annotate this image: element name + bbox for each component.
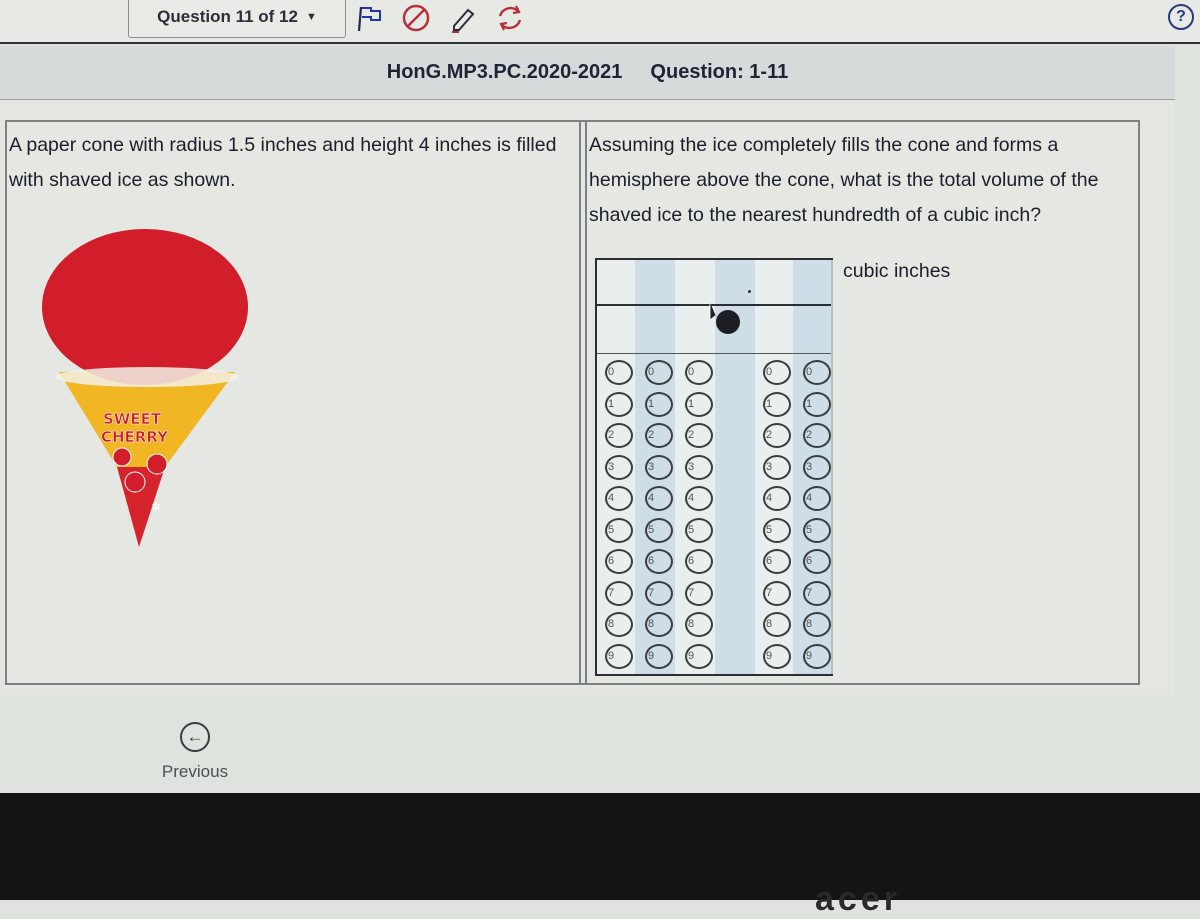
question-number: Question: 1-11	[650, 61, 789, 83]
arrow-left-icon: ←	[180, 722, 210, 752]
answer-bubble-col3-8[interactable]: 8	[685, 612, 713, 637]
answer-bubble-col5-1[interactable]: 1	[763, 391, 791, 417]
answer-bubble-col3-6[interactable]: 6	[685, 549, 713, 574]
top-toolbar: Question 11 of 12 ▼ ?	[0, 0, 1200, 44]
snow-cone-image: SWEET CHERRY ❄	[42, 229, 248, 547]
highlighter-button[interactable]	[444, 0, 480, 36]
answer-bubble-col6-3[interactable]: 3	[803, 454, 831, 480]
help-icon: ?	[1176, 8, 1186, 25]
question-selector-dropdown[interactable]: Question 11 of 12 ▼	[128, 0, 346, 38]
decimal-point	[748, 290, 751, 293]
cherry-icon	[124, 471, 146, 493]
answer-bubble-col3-7[interactable]: 7	[685, 580, 713, 606]
answer-bubble-col2-8[interactable]: 8	[645, 612, 673, 637]
answer-bubble-col6-9[interactable]: 9	[803, 643, 831, 669]
answer-bubble-col5-4[interactable]: 4	[763, 486, 791, 511]
question-panel: Assuming the ice completely fills the co…	[585, 122, 1138, 683]
answer-bubble-col3-5[interactable]: 5	[685, 517, 713, 543]
answer-bubble-col6-0[interactable]: 0	[803, 360, 831, 385]
answer-bubble-col3-3[interactable]: 3	[685, 454, 713, 480]
previous-button[interactable]: ← Previous	[150, 722, 240, 792]
help-button[interactable]: ?	[1168, 4, 1194, 30]
answer-bubble-col5-0[interactable]: 0	[763, 360, 791, 385]
stimulus-panel: A paper cone with radius 1.5 inches and …	[7, 122, 581, 683]
answer-bubble-col5-2[interactable]: 2	[763, 423, 791, 448]
answer-bubble-col1-3[interactable]: 3	[605, 454, 633, 480]
pencil-icon	[452, 8, 475, 33]
answer-bubble-col1-5[interactable]: 5	[605, 517, 633, 543]
answer-bubble-col1-7[interactable]: 7	[605, 580, 633, 606]
answer-bubble-col2-3[interactable]: 3	[645, 454, 673, 480]
cone-label-line2: CHERRY	[101, 428, 169, 446]
answer-eliminator-button[interactable]	[398, 0, 434, 36]
answer-bubble-col1-6[interactable]: 6	[605, 549, 633, 574]
snowflake-icon: ❄	[151, 500, 161, 514]
answer-bubble-col6-6[interactable]: 6	[803, 549, 831, 574]
answer-bubble-col2-9[interactable]: 9	[645, 643, 673, 669]
answer-bubble-col1-0[interactable]: 0	[605, 360, 633, 385]
previous-label: Previous	[161, 762, 229, 781]
answer-bubble-col6-7[interactable]: 7	[803, 580, 831, 606]
answer-bubble-col6-5[interactable]: 5	[803, 517, 831, 543]
answer-bubble-col3-9[interactable]: 9	[685, 643, 713, 669]
answer-bubble-col6-4[interactable]: 4	[803, 486, 831, 511]
flag-button[interactable]	[352, 0, 388, 36]
reset-icon	[498, 5, 522, 31]
unit-label: cubic inches	[843, 260, 951, 282]
answer-bubble-col6-8[interactable]: 8	[803, 612, 831, 637]
cherry-icon	[146, 453, 168, 475]
answer-bubble-col3-1[interactable]: 1	[685, 391, 713, 417]
cone-label-line1: SWEET	[103, 410, 162, 428]
eliminator-icon	[402, 4, 430, 32]
answer-bubble-col5-9[interactable]: 9	[763, 643, 791, 669]
answer-bubble-col2-1[interactable]: 1	[645, 391, 673, 417]
laptop-bezel	[0, 793, 1200, 900]
stimulus-text: A paper cone with radius 1.5 inches and …	[9, 134, 557, 191]
answer-bubble-col2-4[interactable]: 4	[645, 486, 673, 511]
answer-bubble-col3-2[interactable]: 2	[685, 423, 713, 448]
answer-bubble-col5-5[interactable]: 5	[763, 517, 791, 543]
flag-icon	[357, 6, 381, 32]
answer-bubble-col1-1[interactable]: 1	[605, 391, 633, 417]
cherry-icon	[112, 447, 132, 467]
answer-bubble-col1-4[interactable]: 4	[605, 486, 633, 511]
answer-bubble-col5-3[interactable]: 3	[763, 454, 791, 480]
question-text: Assuming the ice completely fills the co…	[589, 134, 1099, 226]
answer-bubble-col3-0[interactable]: 0	[685, 360, 713, 385]
mouse-cursor	[709, 302, 740, 334]
question-content: A paper cone with radius 1.5 inches and …	[0, 100, 1175, 695]
answer-bubble-col2-6[interactable]: 6	[645, 549, 673, 574]
test-name: HonG.MP3.PC.2020-2021	[386, 61, 623, 83]
answer-bubble-col2-5[interactable]: 5	[645, 517, 673, 543]
chevron-down-icon: ▼	[305, 11, 317, 23]
answer-bubble-col1-2[interactable]: 2	[605, 423, 633, 448]
reset-button[interactable]	[492, 0, 528, 36]
answer-bubble-col3-4[interactable]: 4	[685, 486, 713, 511]
answer-bubble-col6-1[interactable]: 1	[803, 391, 831, 417]
answer-bubble-col2-7[interactable]: 7	[645, 580, 673, 606]
test-header: HonG.MP3.PC.2020-2021 Question: 1-11	[0, 46, 1175, 100]
answer-bubble-col2-0[interactable]: 0	[645, 360, 673, 385]
answer-bubble-col6-2[interactable]: 2	[803, 423, 831, 448]
answer-bubble-col2-2[interactable]: 2	[645, 423, 673, 448]
answer-bubble-col5-6[interactable]: 6	[763, 549, 791, 574]
shaved-ice	[42, 229, 248, 385]
answer-bubble-col1-8[interactable]: 8	[605, 612, 633, 637]
cone-rim	[55, 367, 239, 387]
answer-bubble-col5-7[interactable]: 7	[763, 580, 791, 606]
answer-bubble-col1-9[interactable]: 9	[605, 643, 633, 669]
answer-bubble-col5-8[interactable]: 8	[763, 612, 791, 637]
question-card: A paper cone with radius 1.5 inches and …	[5, 120, 1140, 685]
question-selector-label: Question 11 of 12	[157, 7, 298, 26]
